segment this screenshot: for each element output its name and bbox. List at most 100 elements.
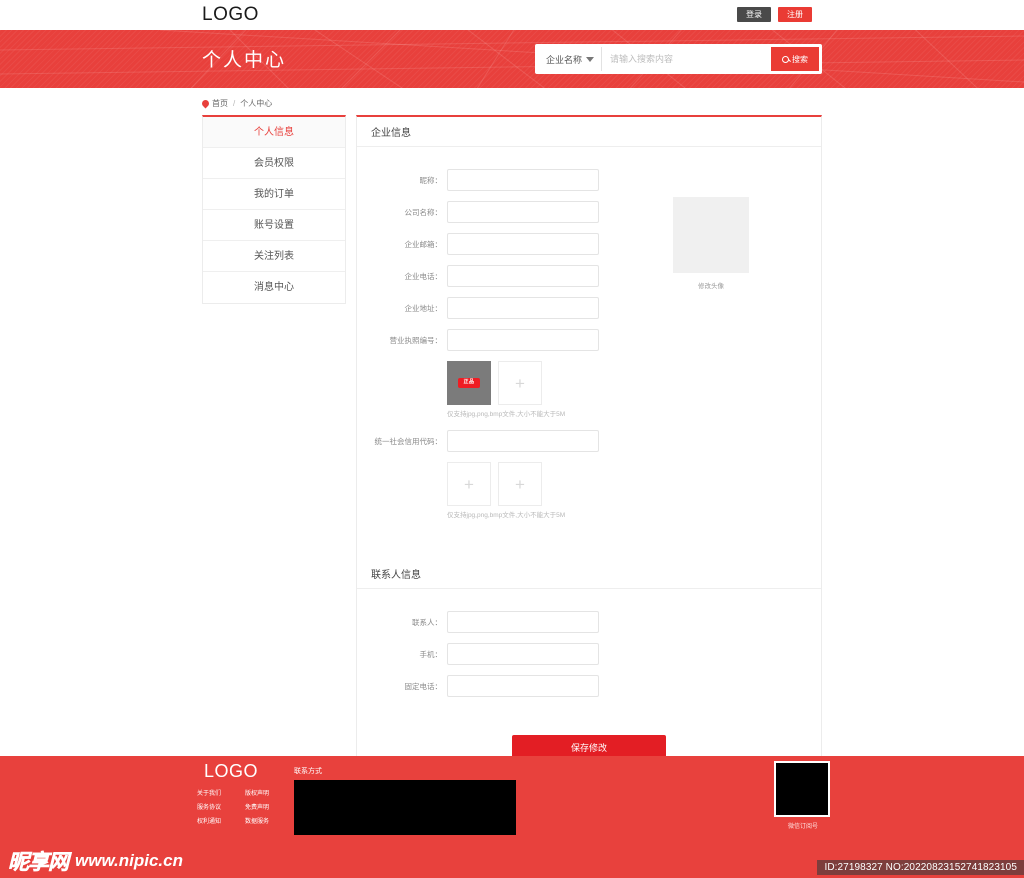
footer-logo: LOGO xyxy=(204,761,259,781)
credit-upload-hint: 仅支持jpg,png,bmp文件,大小不能大于5M xyxy=(447,512,566,519)
breadcrumb-home[interactable]: 首页 xyxy=(212,98,228,109)
form-row-mobile: 手机： xyxy=(357,643,821,665)
credit-add-button-2[interactable]: + xyxy=(498,462,542,506)
wechat-qr-caption: 微信订阅号 xyxy=(787,824,818,830)
label-company-email: 企业邮箱： xyxy=(404,239,443,249)
input-company-phone[interactable] xyxy=(447,265,599,287)
footer-link-data-service[interactable]: 数据服务 xyxy=(245,816,285,825)
label-license-number: 营业执照编号： xyxy=(389,335,443,345)
input-company-address[interactable] xyxy=(447,297,599,319)
footer-contact-title: 联系方式 xyxy=(294,768,322,775)
search-category-select[interactable]: 企业名称 xyxy=(538,47,603,71)
input-contact-person[interactable] xyxy=(447,611,599,633)
site-watermark: 昵享网 www.nipic.cn xyxy=(0,846,183,876)
sidebar-item-follow-list[interactable]: 关注列表 xyxy=(203,241,345,272)
footer-contact-redacted xyxy=(294,780,516,835)
sidebar-item-message-center[interactable]: 消息中心 xyxy=(203,272,345,303)
label-contact-person: 联系人： xyxy=(412,617,442,627)
search-input[interactable] xyxy=(602,47,771,71)
footer-link-rights-notice[interactable]: 权利通知 xyxy=(197,816,237,825)
search-icon xyxy=(782,55,789,63)
avatar-caption[interactable]: 修改头像 xyxy=(673,280,749,290)
label-credit-code: 统一社会信用代码： xyxy=(374,436,443,446)
input-company-name[interactable] xyxy=(447,201,599,223)
license-upload-row: 正品 + xyxy=(357,361,821,405)
input-credit-code[interactable] xyxy=(447,430,599,452)
company-section-title: 企业信息 xyxy=(357,117,821,147)
footer-link-copyright[interactable]: 版权声明 xyxy=(245,788,285,797)
footer-qr-block: 微信订阅号 xyxy=(774,761,832,830)
company-form: 修改头像 昵称： 公司名称： 企业邮箱： 企业电话： 企业地址： 营业执照编号：… xyxy=(357,147,821,519)
sidebar-item-personal-info[interactable]: 个人信息 xyxy=(203,117,345,148)
footer-link-service-agreement[interactable]: 服务协议 xyxy=(197,802,237,811)
license-add-button[interactable]: + xyxy=(498,361,542,405)
top-bar: LOGO 登录 注册 xyxy=(0,0,1024,30)
search-category-label: 企业名称 xyxy=(546,54,583,65)
form-row-company-email: 企业邮箱： xyxy=(357,233,821,255)
label-company-name: 公司名称： xyxy=(404,207,443,217)
register-button[interactable]: 注册 xyxy=(778,7,812,22)
input-mobile[interactable] xyxy=(447,643,599,665)
sidebar-item-account-settings[interactable]: 账号设置 xyxy=(203,210,345,241)
label-company-phone: 企业电话： xyxy=(404,271,443,281)
avatar-image[interactable] xyxy=(673,197,749,273)
location-pin-icon xyxy=(202,100,209,107)
sidebar-menu: 个人信息 会员权限 我的订单 账号设置 关注列表 消息中心 xyxy=(202,115,346,304)
footer-links: 关于我们 版权声明 服务协议 免费声明 权利通知 数据服务 xyxy=(197,788,285,825)
contact-section-title: 联系人信息 xyxy=(357,559,821,589)
label-landline: 固定电话： xyxy=(404,681,443,691)
login-button[interactable]: 登录 xyxy=(737,7,771,22)
license-thumbnail[interactable]: 正品 xyxy=(447,361,491,405)
search-button-label: 搜索 xyxy=(792,54,808,64)
main-panel: 企业信息 修改头像 昵称： 公司名称： 企业邮箱： 企业电话： 企业地址： 营业… xyxy=(356,115,822,794)
wechat-qr-code-image xyxy=(774,761,830,817)
label-nickname: 昵称： xyxy=(419,175,443,185)
sidebar-item-my-orders[interactable]: 我的订单 xyxy=(203,179,345,210)
label-mobile: 手机： xyxy=(419,649,443,659)
watermark-brand-cn: 昵享网 xyxy=(8,851,70,875)
sidebar-item-member-rights[interactable]: 会员权限 xyxy=(203,148,345,179)
content-layout: 个人信息 会员权限 我的订单 账号设置 关注列表 消息中心 企业信息 修改头像 … xyxy=(192,115,832,794)
search-button[interactable]: 搜索 xyxy=(771,47,819,71)
input-landline[interactable] xyxy=(447,675,599,697)
avatar-uploader: 修改头像 xyxy=(673,197,749,290)
credit-add-button-1[interactable]: + xyxy=(447,462,491,506)
banner-inner: 个人中心 企业名称 搜索 xyxy=(192,30,832,88)
banner-title: 个人中心 xyxy=(202,50,287,71)
input-company-email[interactable] xyxy=(447,233,599,255)
form-row-company-phone: 企业电话： xyxy=(357,265,821,287)
license-upload-hint: 仅支持jpg,png,bmp文件,大小不能大于5M xyxy=(447,411,566,418)
input-license-number[interactable] xyxy=(447,329,599,351)
watermark-url: www.nipic.cn xyxy=(75,851,183,870)
form-row-landline: 固定电话： xyxy=(357,675,821,697)
input-nickname[interactable] xyxy=(447,169,599,191)
search-bar: 企业名称 搜索 xyxy=(535,44,822,74)
form-row-company-name: 公司名称： xyxy=(357,201,821,223)
site-logo[interactable]: LOGO xyxy=(202,0,259,30)
form-row-company-address: 企业地址： xyxy=(357,297,821,319)
page-banner: 个人中心 企业名称 搜索 xyxy=(0,30,1024,88)
watermark-id-badge: ID:27198327 NO:20220823152741823105 xyxy=(817,860,1024,875)
label-company-address: 企业地址： xyxy=(404,303,443,313)
chevron-down-icon xyxy=(586,56,595,62)
credit-upload-row: + + xyxy=(357,462,821,506)
footer-inner: LOGO 关于我们 版权声明 服务协议 免费声明 权利通知 数据服务 联系方式 … xyxy=(192,756,832,878)
form-row-credit-code: 统一社会信用代码： xyxy=(357,430,821,452)
auth-buttons: 登录 注册 xyxy=(737,7,812,22)
form-row-contact-person: 联系人： xyxy=(357,611,821,633)
footer-link-about-us[interactable]: 关于我们 xyxy=(197,788,237,797)
license-thumbnail-badge: 正品 xyxy=(458,378,480,388)
site-footer: LOGO 关于我们 版权声明 服务协议 免费声明 权利通知 数据服务 联系方式 … xyxy=(0,756,1024,878)
plus-icon: + xyxy=(464,474,474,494)
plus-icon: + xyxy=(515,373,525,393)
breadcrumb-separator: / xyxy=(233,99,236,108)
breadcrumb-current: 个人中心 xyxy=(240,99,273,108)
form-row-license-number: 营业执照编号： xyxy=(357,329,821,351)
top-bar-inner: LOGO 登录 注册 xyxy=(192,0,832,30)
plus-icon: + xyxy=(515,474,525,494)
footer-contact-block: 联系方式 xyxy=(294,766,516,835)
form-row-nickname: 昵称： xyxy=(357,169,821,191)
footer-link-free-statement[interactable]: 免费声明 xyxy=(245,802,285,811)
page-content: 首页 / 个人中心 个人信息 会员权限 我的订单 账号设置 关注列表 消息中心 … xyxy=(192,88,832,794)
breadcrumb: 首页 / 个人中心 xyxy=(192,94,832,115)
